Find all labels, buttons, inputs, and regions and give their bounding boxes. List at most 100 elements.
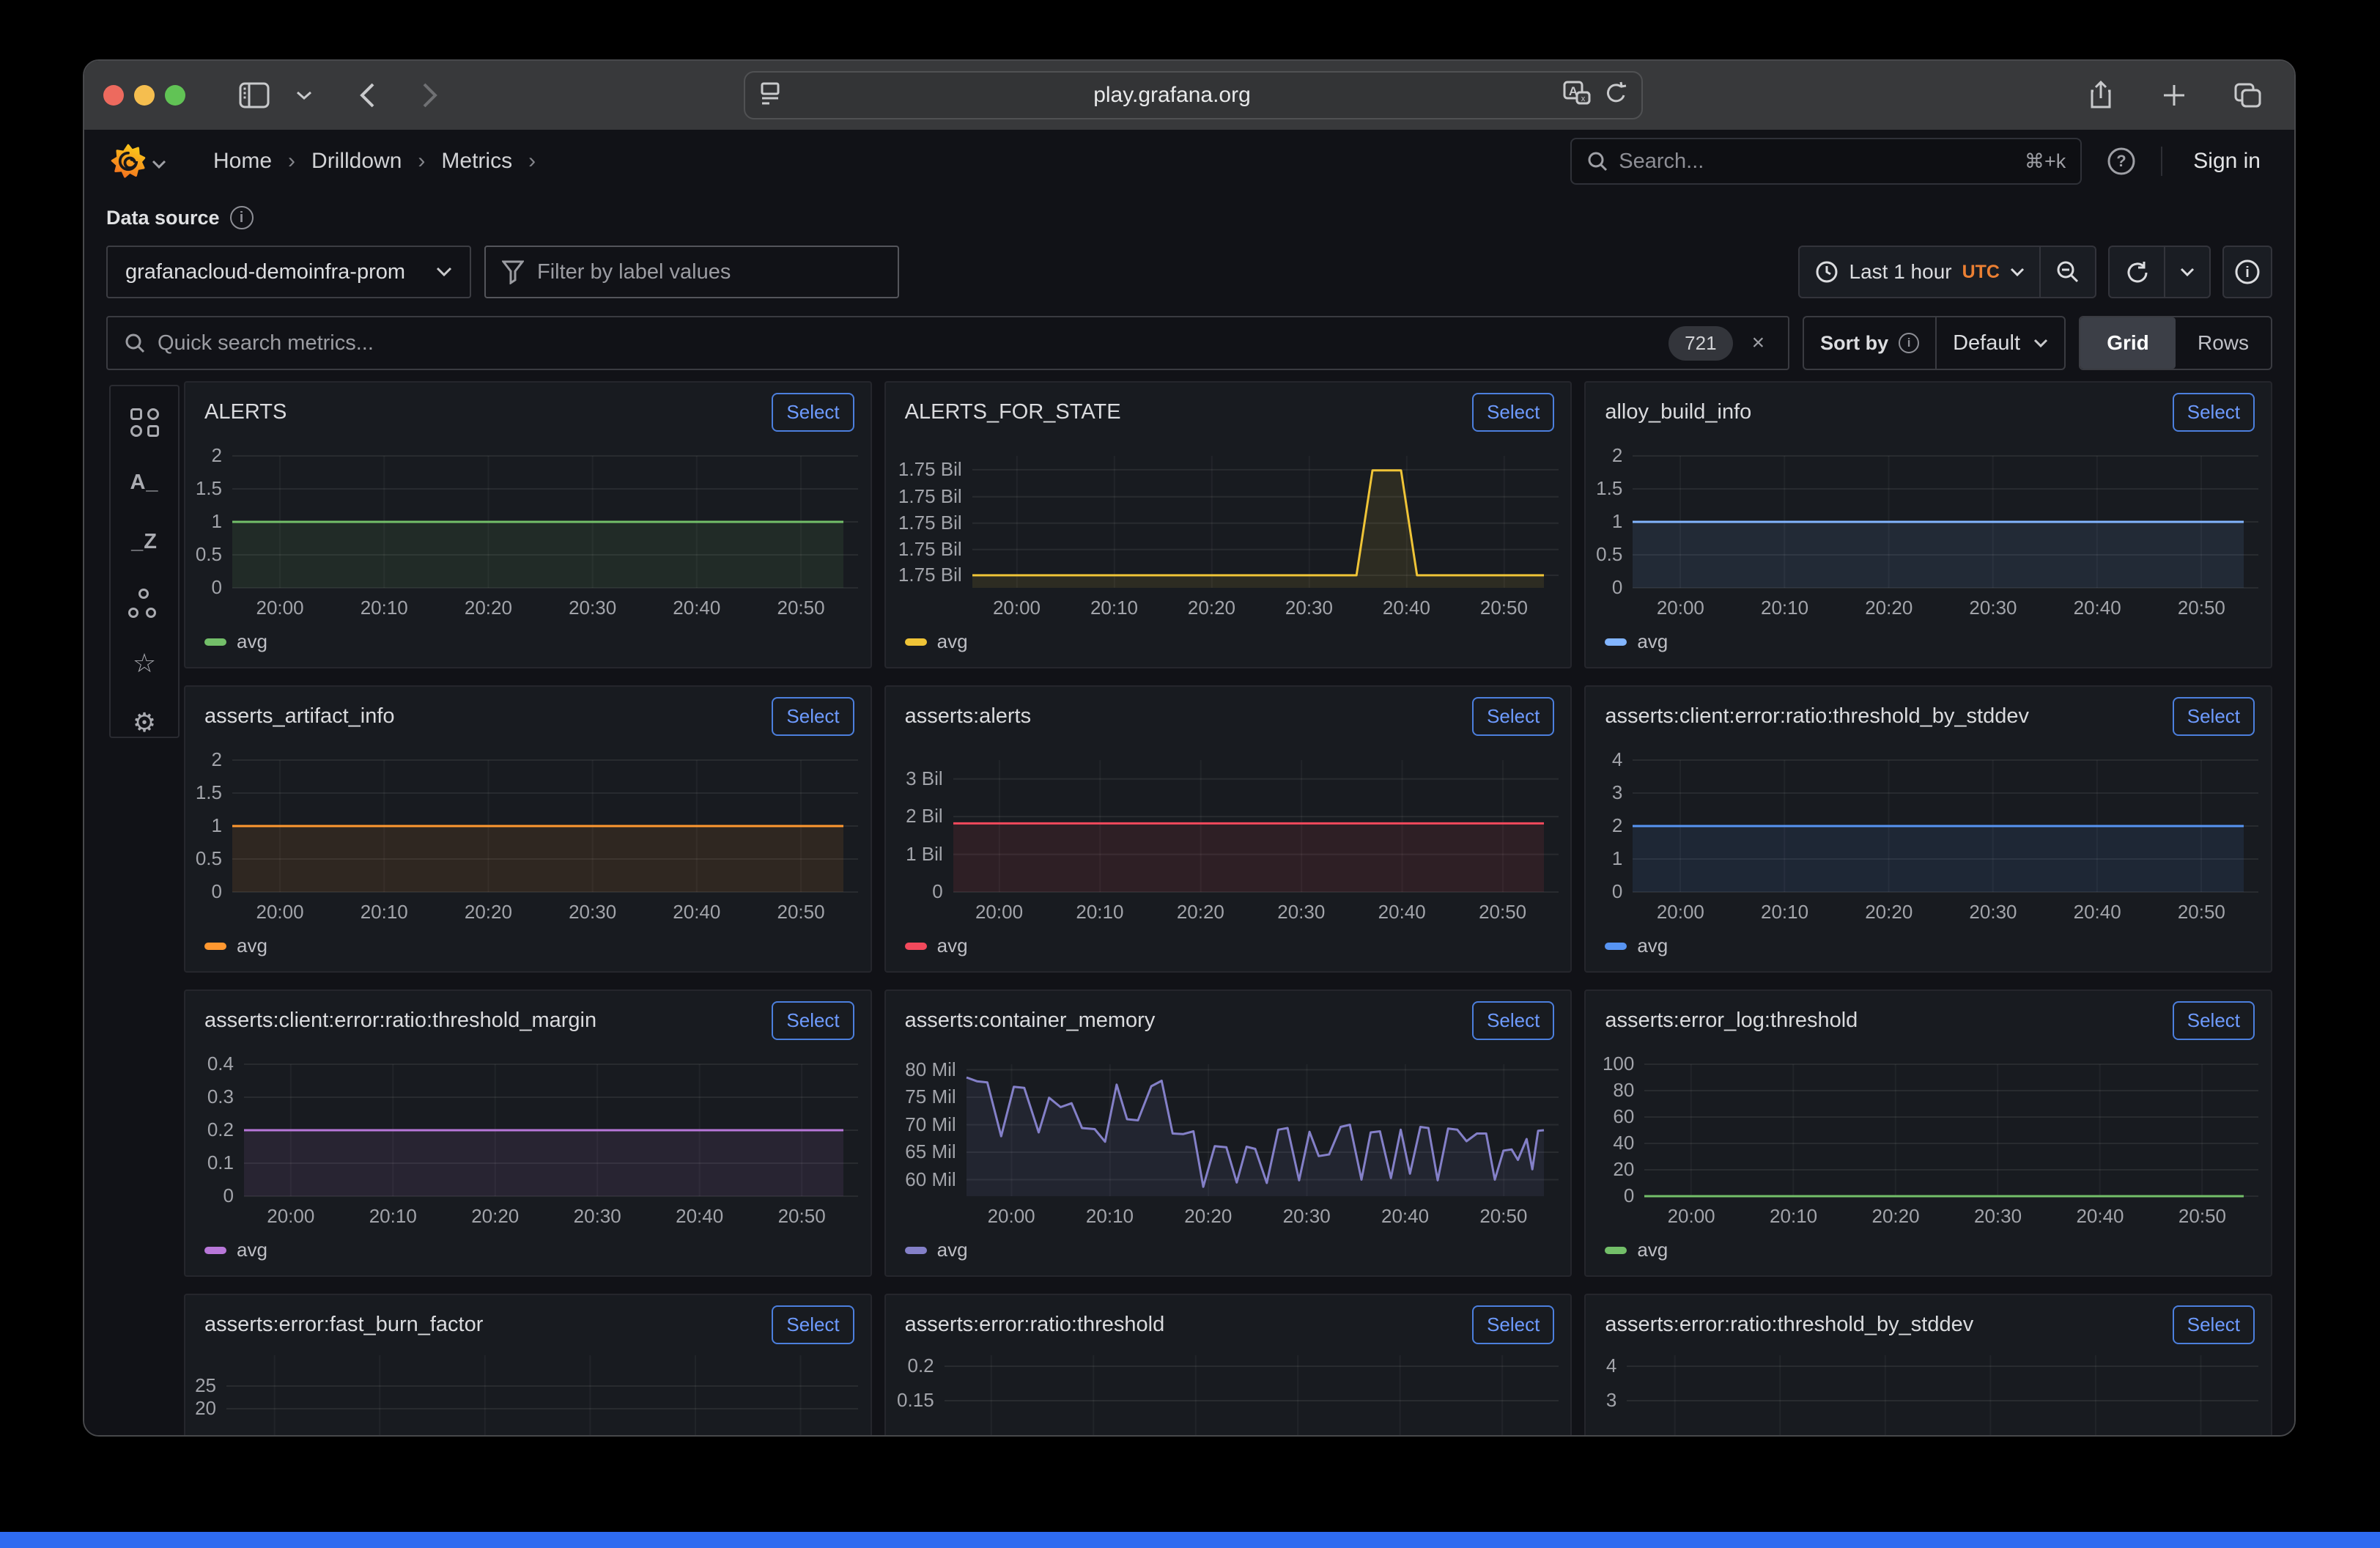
- address-bar[interactable]: play.grafana.org A x: [744, 71, 1643, 119]
- y-axis-label: 2: [1586, 814, 1622, 837]
- breadcrumb-metrics[interactable]: Metrics: [441, 149, 512, 174]
- metric-panel: asserts:error:ratio:threshold_by_stddev …: [1584, 1294, 2272, 1437]
- minimize-window-button[interactable]: [134, 85, 155, 106]
- x-axis-label: 20:20: [1852, 1205, 1940, 1228]
- metric-chart: 60 Mil65 Mil70 Mil75 Mil80 Mil20:0020:10…: [886, 991, 1571, 1275]
- sidebar-toggle-icon[interactable]: [234, 75, 275, 116]
- tab-overview-icon[interactable]: [2227, 75, 2268, 116]
- x-axis-label: 20:30: [1954, 1205, 2042, 1228]
- refresh-interval-dropdown[interactable]: [2164, 247, 2209, 297]
- translate-icon[interactable]: A x: [1562, 80, 1592, 111]
- metric-panel: alloy_build_info Select 00.511.5220:0020…: [1584, 381, 2272, 668]
- url-text[interactable]: play.grafana.org: [782, 83, 1562, 108]
- x-axis-label: 20:50: [2157, 597, 2245, 619]
- sidebar-favorites-button[interactable]: ☆: [128, 650, 160, 677]
- search-icon: [1586, 150, 1608, 172]
- sort-dropdown[interactable]: Default: [1937, 317, 2064, 369]
- new-tab-icon[interactable]: [2154, 75, 2195, 116]
- sidebar-overview-button[interactable]: [128, 408, 160, 437]
- x-axis-label: 20:30: [553, 1205, 641, 1228]
- quick-search-field[interactable]: [158, 331, 1657, 355]
- help-icon[interactable]: ?: [2101, 141, 2142, 182]
- y-axis-label: 0.5: [1586, 543, 1622, 566]
- close-window-button[interactable]: [103, 85, 124, 106]
- y-axis-label: 0.2: [886, 1354, 934, 1377]
- legend-swatch-icon: [905, 638, 927, 646]
- legend[interactable]: avg: [1605, 935, 1668, 957]
- x-axis-label: 20:30: [549, 901, 637, 924]
- legend[interactable]: avg: [1605, 1239, 1668, 1261]
- x-axis-label: 20:00: [236, 901, 324, 924]
- forward-button[interactable]: [410, 75, 451, 116]
- breadcrumb-drilldown[interactable]: Drilldown: [311, 149, 402, 174]
- window-controls: [84, 85, 185, 106]
- y-axis-label: 1.75 Bil: [886, 564, 962, 586]
- metric-panel: asserts:client:error:ratio:threshold_by_…: [1584, 685, 2272, 973]
- x-axis-label: 20:10: [1065, 1205, 1153, 1228]
- sidebar-settings-button[interactable]: ⚙: [128, 710, 160, 737]
- metric-chart: 02040608010020:0020:1020:2020:3020:4020:…: [1586, 991, 2271, 1275]
- sidebar-related-button[interactable]: [128, 589, 160, 618]
- metric-chart: 00.511.5220:0020:1020:2020:3020:4020:50a…: [185, 687, 871, 971]
- legend[interactable]: avg: [204, 935, 267, 957]
- x-axis-label: 20:00: [972, 597, 1060, 619]
- zoom-window-button[interactable]: [165, 85, 185, 106]
- info-icon[interactable]: i: [230, 206, 254, 229]
- metrics-grid: ALERTS Select 00.511.5220:0020:1020:2020…: [184, 381, 2272, 1437]
- legend[interactable]: avg: [1605, 630, 1668, 653]
- sort-by-label-group: Sort by i: [1804, 317, 1937, 369]
- zoom-out-button[interactable]: [2039, 247, 2095, 297]
- svg-text:i: i: [2245, 265, 2250, 281]
- sidebar-sort-za-button[interactable]: _Z: [128, 528, 160, 556]
- legend-label: avg: [937, 1239, 968, 1261]
- org-switcher-chevron-icon[interactable]: [152, 160, 166, 173]
- legend[interactable]: avg: [905, 1239, 968, 1261]
- legend[interactable]: avg: [204, 1239, 267, 1261]
- y-axis-label: 0: [886, 880, 943, 903]
- clear-search-icon[interactable]: ×: [1745, 331, 1773, 355]
- time-range-group: Last 1 hour UTC: [1798, 246, 2097, 298]
- reload-icon[interactable]: [1603, 81, 1628, 111]
- view-grid-tab[interactable]: Grid: [2080, 317, 2176, 369]
- legend-swatch-icon: [1605, 1247, 1627, 1254]
- legend[interactable]: avg: [905, 630, 968, 653]
- sort-info-icon[interactable]: i: [1899, 333, 1919, 353]
- time-range-picker[interactable]: Last 1 hour UTC: [1800, 247, 2040, 297]
- global-search-input[interactable]: ⌘+k: [1570, 138, 2082, 185]
- label-filter-field[interactable]: [537, 260, 882, 284]
- view-rows-tab[interactable]: Rows: [2176, 317, 2271, 369]
- x-axis-label: 20:50: [1460, 1205, 1548, 1228]
- breadcrumb-home[interactable]: Home: [213, 149, 272, 174]
- refresh-button[interactable]: [2110, 247, 2164, 297]
- y-axis-label: 0: [185, 1184, 234, 1207]
- svg-text:x: x: [1581, 95, 1586, 103]
- back-button[interactable]: [347, 75, 388, 116]
- x-axis-label: 20:30: [1949, 597, 2037, 619]
- view-toggle: Grid Rows: [2079, 316, 2272, 370]
- reader-mode-icon[interactable]: [758, 81, 782, 111]
- label-filter-input[interactable]: [484, 246, 899, 298]
- sidebar-sort-az-button[interactable]: A_: [128, 469, 160, 496]
- metric-panel: asserts_artifact_info Select 00.511.5220…: [184, 685, 872, 973]
- global-search-field[interactable]: [1619, 150, 2014, 174]
- y-axis-label: 2 Bil: [886, 805, 943, 828]
- x-axis-label: 20:10: [340, 597, 428, 619]
- x-axis-label: 20:50: [2158, 1205, 2246, 1228]
- metric-panel: asserts:alerts Select 01 Bil2 Bil3 Bil20…: [884, 685, 1572, 973]
- info-button[interactable]: i: [2222, 246, 2272, 298]
- metric-panel: ALERTS_FOR_STATE Select 1.75 Bil1.75 Bil…: [884, 381, 1572, 668]
- browser-window: play.grafana.org A x: [83, 59, 2296, 1437]
- x-axis-label: 20:40: [1362, 597, 1450, 619]
- x-axis-label: 20:50: [1459, 901, 1547, 924]
- legend[interactable]: avg: [905, 935, 968, 957]
- legend-label: avg: [1637, 935, 1668, 957]
- sign-in-button[interactable]: Sign in: [2181, 149, 2272, 174]
- share-icon[interactable]: [2080, 75, 2121, 116]
- legend[interactable]: avg: [204, 630, 267, 653]
- quick-search-input[interactable]: 721 ×: [106, 316, 1789, 370]
- grafana-logo-icon[interactable]: [111, 144, 146, 179]
- sidebar-chevron-icon[interactable]: [284, 75, 325, 116]
- datasource-select[interactable]: grafanacloud-demoinfra-prom: [106, 246, 471, 298]
- metric-chart: 0123420:0020:1020:2020:3020:4020:50avg: [1586, 687, 2271, 971]
- y-axis-label: 1.75 Bil: [886, 458, 962, 481]
